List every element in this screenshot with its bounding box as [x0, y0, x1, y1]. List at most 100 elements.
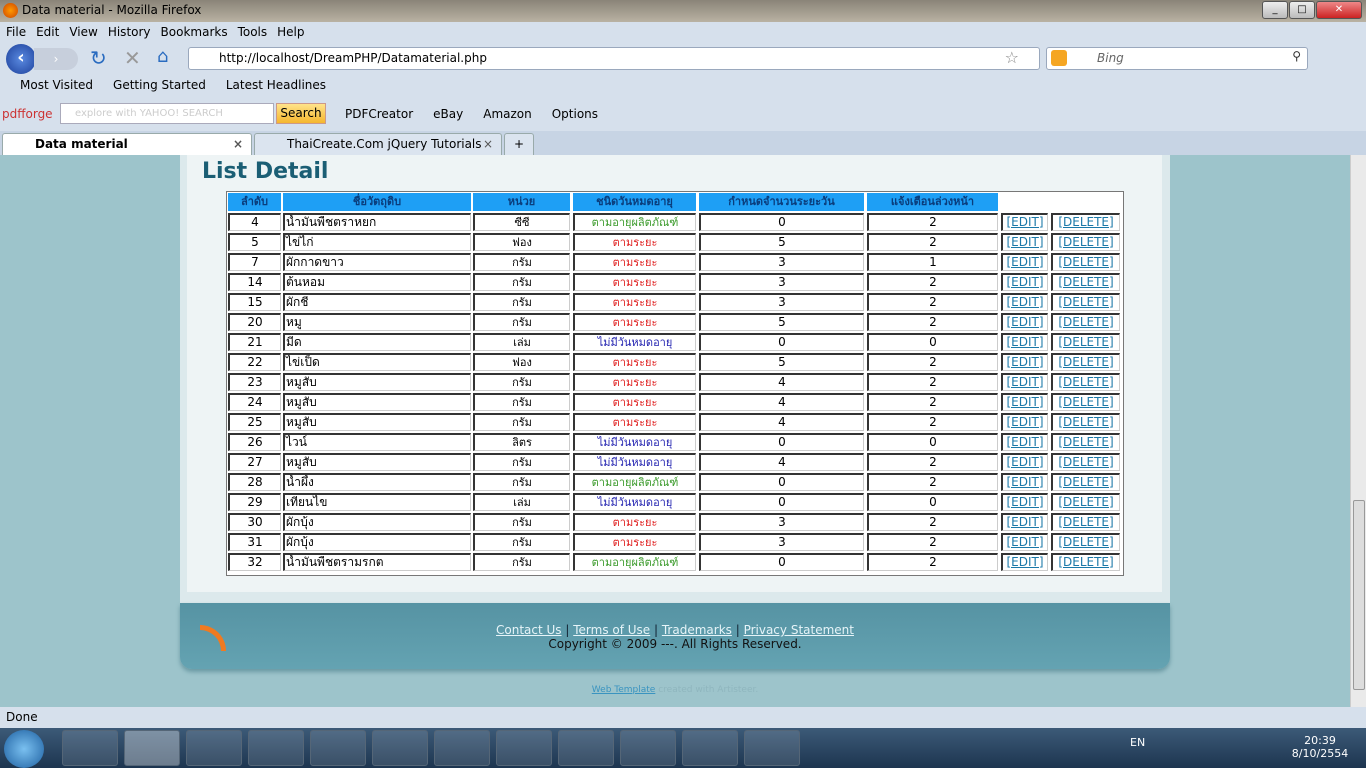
home-icon[interactable]: ⌂ — [157, 46, 168, 67]
taskbar-app5-icon[interactable] — [744, 730, 800, 766]
tab-data-material[interactable]: Data material × — [2, 133, 252, 155]
menu-view[interactable]: View — [69, 22, 97, 39]
toolbar-ebay[interactable]: eBay — [433, 107, 463, 121]
edit-button[interactable]: [EDIT] — [1001, 293, 1048, 311]
toolbar-pdfcreator[interactable]: PDFCreator — [345, 107, 413, 121]
edit-button[interactable]: [EDIT] — [1001, 213, 1048, 231]
close-button[interactable]: ✕ — [1316, 1, 1362, 19]
footer-link-contact-us[interactable]: Contact Us — [496, 623, 562, 637]
delete-button[interactable]: [DELETE] — [1051, 213, 1120, 231]
menu-help[interactable]: Help — [277, 22, 304, 39]
taskbar-app4-icon[interactable] — [620, 730, 676, 766]
footer-link-terms-of-use[interactable]: Terms of Use — [573, 623, 650, 637]
edit-button[interactable]: [EDIT] — [1001, 353, 1048, 371]
bookmark-latest-headlines[interactable]: Latest Headlines — [226, 78, 326, 92]
edit-button[interactable]: [EDIT] — [1001, 373, 1048, 391]
delete-button[interactable]: [DELETE] — [1051, 333, 1120, 351]
delete-button[interactable]: [DELETE] — [1051, 273, 1120, 291]
taskbar-paint-icon[interactable] — [682, 730, 738, 766]
edit-button[interactable]: [EDIT] — [1001, 473, 1048, 491]
delete-button[interactable]: [DELETE] — [1051, 433, 1120, 451]
cell-name: ผักบุ้ง — [283, 533, 471, 551]
footer-link-privacy-statement[interactable]: Privacy Statement — [744, 623, 854, 637]
search-icon[interactable]: ⚲ — [1292, 49, 1301, 63]
delete-button[interactable]: [DELETE] — [1051, 293, 1120, 311]
new-tab-button[interactable]: + — [504, 133, 534, 155]
taskbar-srs-icon[interactable] — [310, 730, 366, 766]
web-template-link[interactable]: Web Template — [592, 685, 656, 695]
edit-button[interactable]: [EDIT] — [1001, 493, 1048, 511]
cell-id: 28 — [228, 473, 281, 491]
bookmark-getting-started[interactable]: Getting Started — [113, 78, 206, 92]
bookmark-star-icon[interactable]: ☆ — [1005, 48, 1019, 67]
edit-button[interactable]: [EDIT] — [1001, 333, 1048, 351]
delete-button[interactable]: [DELETE] — [1051, 413, 1120, 431]
taskbar-app1-icon[interactable] — [434, 730, 490, 766]
edit-button[interactable]: [EDIT] — [1001, 393, 1048, 411]
taskbar-media-icon[interactable] — [372, 730, 428, 766]
delete-button[interactable]: [DELETE] — [1051, 513, 1120, 531]
url-input[interactable]: http://localhost/DreamPHP/Datamaterial.p… — [188, 47, 1040, 70]
template-suffix: created with Artisteer. — [655, 685, 759, 695]
edit-button[interactable]: [EDIT] — [1001, 533, 1048, 551]
edit-button[interactable]: [EDIT] — [1001, 413, 1048, 431]
menu-file[interactable]: File — [6, 22, 26, 39]
delete-button[interactable]: [DELETE] — [1051, 393, 1120, 411]
tab-thaicreate[interactable]: ThaiCreate.Com jQuery Tutorials × — [254, 133, 502, 155]
scrollbar-thumb[interactable] — [1353, 500, 1365, 690]
menu-history[interactable]: History — [108, 22, 151, 39]
close-tab-icon[interactable]: × — [483, 137, 493, 151]
cell-name: ผักกาดขาว — [283, 253, 471, 271]
search-input[interactable]: Bing ⚲ — [1046, 47, 1308, 70]
edit-button[interactable]: [EDIT] — [1001, 253, 1048, 271]
delete-button[interactable]: [DELETE] — [1051, 493, 1120, 511]
footer-link-trademarks[interactable]: Trademarks — [662, 623, 732, 637]
edit-button[interactable]: [EDIT] — [1001, 313, 1048, 331]
menu-bookmarks[interactable]: Bookmarks — [161, 22, 228, 39]
toolbar-options[interactable]: Options — [552, 107, 598, 121]
delete-button[interactable]: [DELETE] — [1051, 313, 1120, 331]
language-indicator[interactable]: EN — [1130, 736, 1145, 749]
cell-name: หมูสับ — [283, 453, 471, 471]
yahoo-search-button[interactable]: Search — [276, 103, 326, 124]
start-button[interactable] — [4, 730, 44, 768]
stop-icon[interactable]: ✕ — [124, 46, 141, 70]
minimize-button[interactable]: _ — [1262, 1, 1288, 19]
delete-button[interactable]: [DELETE] — [1051, 353, 1120, 371]
toolbar-amazon[interactable]: Amazon — [483, 107, 532, 121]
forward-button[interactable]: › — [34, 48, 78, 70]
delete-button[interactable]: [DELETE] — [1051, 373, 1120, 391]
delete-button[interactable]: [DELETE] — [1051, 453, 1120, 471]
delete-button[interactable]: [DELETE] — [1051, 533, 1120, 551]
reload-icon[interactable]: ↻ — [90, 46, 107, 70]
back-button[interactable]: ‹ — [6, 44, 36, 74]
taskbar-chrome-icon[interactable] — [186, 730, 242, 766]
delete-button[interactable]: [DELETE] — [1051, 473, 1120, 491]
edit-button[interactable]: [EDIT] — [1001, 233, 1048, 251]
taskbar-firefox-icon[interactable] — [124, 730, 180, 766]
clock[interactable]: 20:39 8/10/2554 — [1290, 734, 1350, 760]
taskbar-ie-icon[interactable] — [62, 730, 118, 766]
delete-button[interactable]: [DELETE] — [1051, 253, 1120, 271]
maximize-button[interactable]: □ — [1289, 1, 1315, 19]
menu-tools[interactable]: Tools — [238, 22, 268, 39]
edit-button[interactable]: [EDIT] — [1001, 273, 1048, 291]
taskbar-app2-icon[interactable] — [496, 730, 552, 766]
delete-button[interactable]: [DELETE] — [1051, 553, 1120, 571]
close-tab-icon[interactable]: × — [233, 137, 243, 151]
vertical-scrollbar[interactable] — [1350, 155, 1366, 707]
yahoo-search-input[interactable]: explore with YAHOO! SEARCH — [60, 103, 274, 124]
edit-button[interactable]: [EDIT] — [1001, 453, 1048, 471]
cell-unit: ฟอง — [473, 233, 570, 251]
edit-button[interactable]: [EDIT] — [1001, 553, 1048, 571]
cell-notify: 2 — [867, 513, 998, 531]
taskbar-app3-icon[interactable] — [558, 730, 614, 766]
bookmark-most-visited[interactable]: Most Visited — [20, 78, 93, 92]
cell-notify: 0 — [867, 493, 998, 511]
menu-edit[interactable]: Edit — [36, 22, 59, 39]
taskbar-explorer-icon[interactable] — [248, 730, 304, 766]
delete-button[interactable]: [DELETE] — [1051, 233, 1120, 251]
cell-expiry-type: ตามระยะ — [573, 293, 696, 311]
edit-button[interactable]: [EDIT] — [1001, 513, 1048, 531]
edit-button[interactable]: [EDIT] — [1001, 433, 1048, 451]
